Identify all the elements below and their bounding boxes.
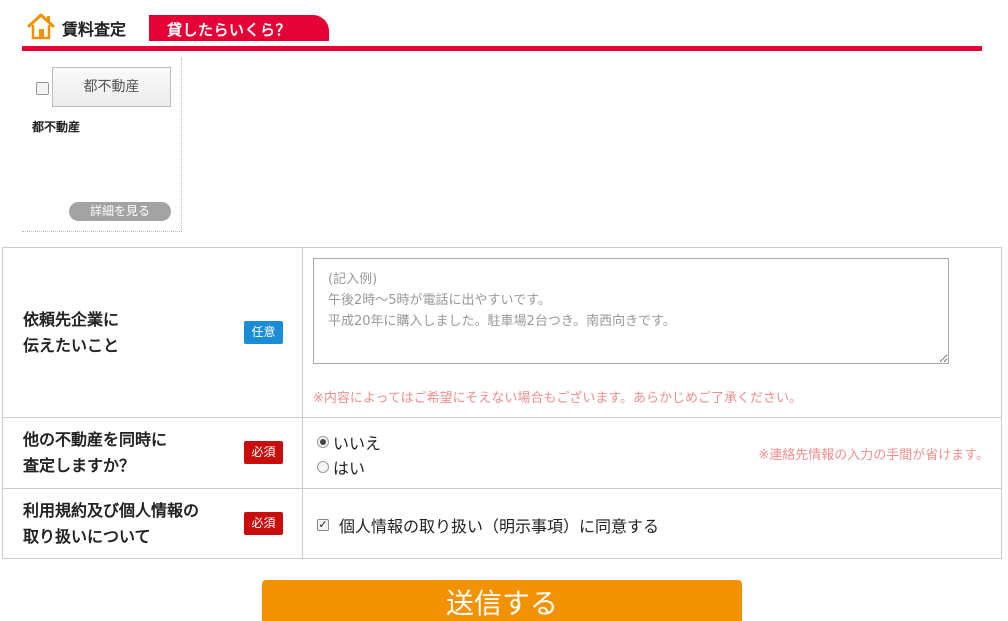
property-name: 都不動産 [32,120,81,134]
required-badge: 必須 [244,441,283,464]
optional-badge: 任意 [244,320,283,344]
property-checkbox[interactable] [36,82,49,95]
other-properties-note: ※連絡先情報の入力の手間が省けます。 [758,448,989,463]
radio-label-yes: はい [333,459,366,478]
message-note: ※内容によってはご希望にそえない場合もございます。あらかじめご了承ください。 [313,391,803,406]
property-thumbnail[interactable]: 都不動産 [52,67,171,107]
radio-option-yes[interactable]: はい [317,455,365,479]
radio-label-no: いいえ [333,434,382,453]
section-title: 賃料査定 [62,20,127,39]
section-header: 賃料査定 貸したらいくら？ [22,10,982,52]
privacy-agree-label: 個人情報の取り扱い（明示事項）に同意する [339,517,660,536]
inquiry-form-table: 依頼先企業に 伝えたいこと 任意 ※内容によってはご希望にそえない場合もございま… [2,247,1002,559]
form-row-privacy: 利用規約及び個人情報の 取り扱いについて 必須 ✓ 個人情報の取り扱い（明示事項… [2,488,1002,559]
form-row-message: 依頼先企業に 伝えたいこと 任意 ※内容によってはご希望にそえない場合もございま… [2,247,1002,418]
radio-option-no[interactable]: いいえ [317,430,381,454]
required-badge: 必須 [244,511,283,535]
checkbox-checked-icon[interactable]: ✓ [317,519,329,531]
radio-unchecked-icon[interactable] [317,461,329,473]
house-icon [27,13,55,40]
message-textarea[interactable] [313,258,949,364]
submit-button[interactable]: 送信する [262,580,742,621]
header-divider [22,46,982,51]
view-details-button[interactable]: 詳細を見る [69,202,171,221]
form-row-other-properties: 他の不動産を同時に 査定しますか？ 必須 いいえ はい ※連絡先情報の入力の手間… [2,417,1002,489]
section-tag: 貸したらいくら？ [149,15,329,41]
property-card: 都不動産 都不動産 詳細を見る [22,58,182,232]
privacy-agree[interactable]: ✓ 個人情報の取り扱い（明示事項）に同意する [317,513,659,537]
radio-checked-icon[interactable] [317,436,329,448]
